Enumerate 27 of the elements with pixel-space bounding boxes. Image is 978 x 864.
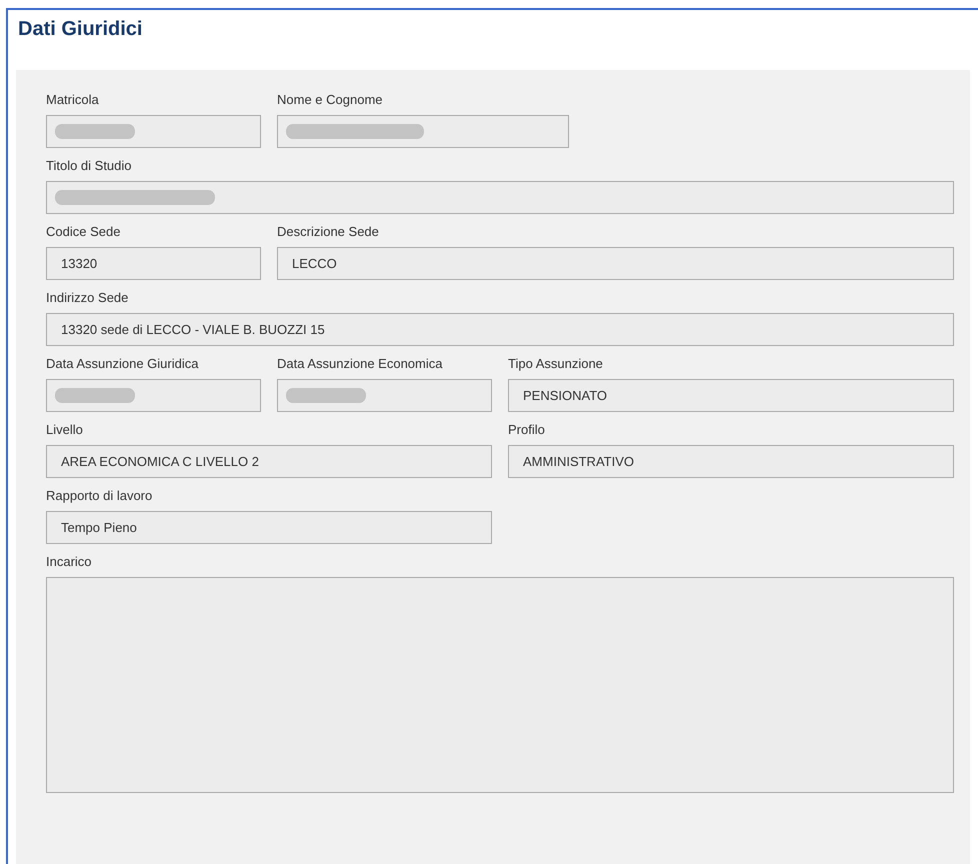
input-field[interactable]: LECCO <box>277 247 954 280</box>
field-label: Data Assunzione Giuridica <box>46 355 200 373</box>
page-title: Dati Giuridici <box>17 17 144 42</box>
text-area[interactable] <box>46 577 954 793</box>
field-label: Matricola <box>46 91 100 109</box>
field-label: Livello <box>46 421 84 439</box>
input-field[interactable]: AMMINISTRATIVO <box>508 445 954 478</box>
field-label: Tipo Assunzione <box>508 355 604 373</box>
input-field[interactable]: Tempo Pieno <box>46 511 492 544</box>
input-field[interactable] <box>46 181 954 214</box>
field-label: Descrizione Sede <box>277 223 380 241</box>
input-field[interactable] <box>277 115 569 148</box>
field-label: Codice Sede <box>46 223 122 241</box>
field-label: Profilo <box>508 421 546 439</box>
input-field[interactable] <box>277 379 492 412</box>
input-field[interactable]: PENSIONATO <box>508 379 954 412</box>
input-field[interactable] <box>46 115 261 148</box>
field-label: Indirizzo Sede <box>46 289 130 307</box>
input-field[interactable]: 13320 <box>46 247 261 280</box>
field-label: Data Assunzione Economica <box>277 355 444 373</box>
field-label: Titolo di Studio <box>46 157 133 175</box>
field-label: Incarico <box>46 553 93 571</box>
input-field[interactable]: 13320 sede di LECCO - VIALE B. BUOZZI 15 <box>46 313 954 346</box>
field-label: Nome e Cognome <box>277 91 384 109</box>
input-field[interactable]: AREA ECONOMICA C LIVELLO 2 <box>46 445 492 478</box>
field-label: Rapporto di lavoro <box>46 487 154 505</box>
input-field[interactable] <box>46 379 261 412</box>
